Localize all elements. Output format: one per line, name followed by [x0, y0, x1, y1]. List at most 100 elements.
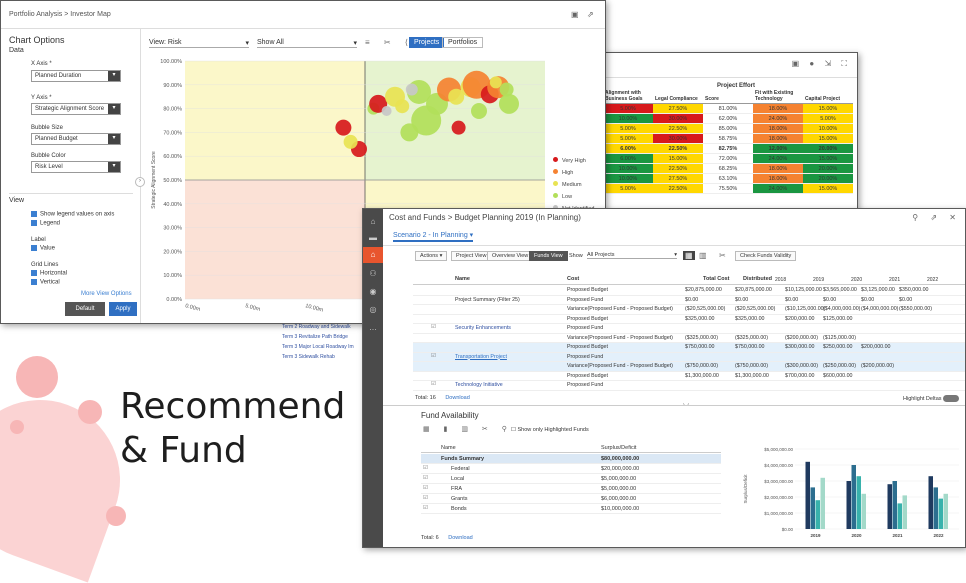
bar[interactable]	[897, 503, 903, 529]
fund-checkbox[interactable]: ☑	[423, 485, 428, 491]
people-icon[interactable]: ⚇	[368, 269, 378, 279]
bank-icon[interactable]: ⌂	[363, 247, 383, 263]
portfolios-tab[interactable]: Portfolios	[442, 37, 484, 48]
row-checkbox[interactable]: ☑	[431, 353, 436, 359]
tab-project-view[interactable]: Project View	[451, 251, 492, 261]
table-row[interactable]: Transportation Project Proposed Fund ☑	[413, 352, 965, 362]
bubble[interactable]	[451, 120, 466, 135]
view-option-checkbox[interactable]: Show legend values on axis	[31, 211, 114, 218]
show-select[interactable]: All Projects ▾	[587, 252, 677, 259]
more-options-link[interactable]: More View Options	[81, 291, 132, 297]
export-icon[interactable]: ▣	[571, 10, 579, 19]
value-checkbox[interactable]: Value	[31, 245, 55, 252]
legend-item[interactable]: Low	[553, 193, 594, 200]
bar[interactable]	[805, 461, 811, 529]
default-button[interactable]: Default	[65, 302, 105, 316]
bar[interactable]	[810, 487, 816, 529]
row-checkbox[interactable]: ☑	[431, 324, 436, 330]
share-icon[interactable]: ⇗	[587, 10, 594, 19]
project-name[interactable]: Project Summary (Filter 25)	[455, 297, 520, 303]
bar[interactable]	[820, 477, 826, 529]
bar[interactable]	[851, 465, 857, 529]
chevron-down-icon[interactable]: ▾	[108, 104, 120, 114]
legend-item[interactable]: Medium	[553, 181, 594, 188]
bar[interactable]	[815, 500, 821, 529]
apply-button[interactable]: Apply	[109, 302, 137, 316]
tools-icon[interactable]: ✂	[719, 251, 726, 260]
bar[interactable]	[928, 476, 934, 529]
legend-item[interactable]: High	[553, 169, 594, 176]
bar[interactable]	[856, 476, 862, 529]
table-row[interactable]: Technology Initiative Proposed Fund ☑	[413, 381, 965, 391]
bubble[interactable]	[499, 82, 514, 97]
collapse-handle-icon[interactable]: ›	[135, 177, 145, 187]
fund-row[interactable]: ☑ FRA $5,000,000.00	[421, 484, 721, 494]
table-row[interactable]: Variance(Proposed Fund - Proposed Budget…	[413, 305, 965, 315]
horizontal-grid-checkbox[interactable]: Horizontal	[31, 270, 67, 277]
fund-row[interactable]: ☑ Grants $6,000,000.00	[421, 494, 721, 504]
table-row[interactable]: Proposed Budget $1,300,000.00 $1,300,000.0…	[413, 372, 965, 381]
table-row[interactable]: Variance(Proposed Fund - Proposed Budget…	[413, 362, 965, 372]
fund-checkbox[interactable]: ☑	[423, 465, 428, 471]
window-icons[interactable]: ⚲ ⇗ ✕	[912, 213, 961, 222]
tab-funds-view[interactable]: Funds View	[529, 251, 568, 261]
fund-row[interactable]: ☑ Bonds $10,000,000.00	[421, 504, 721, 514]
bar[interactable]	[861, 493, 867, 529]
table-row[interactable]: Proposed Budget $325,000.00 $325,000.00 $20…	[413, 315, 965, 324]
project-name[interactable]: Security Enhancements	[455, 325, 511, 331]
fund-download-link[interactable]: Download	[448, 535, 472, 541]
breadcrumb[interactable]: Cost and Funds > Budget Planning 2019 (I…	[389, 213, 581, 222]
projects-tab[interactable]: Projects	[409, 37, 445, 48]
fund-row[interactable]: ☑ Federal $20,000,000.00	[421, 464, 721, 474]
chart-view-icon[interactable]: ▥	[699, 251, 707, 260]
row-checkbox[interactable]: ☑	[431, 381, 436, 387]
bar[interactable]	[887, 484, 893, 529]
fund-checkbox[interactable]: ☑	[423, 475, 428, 481]
scenario-tab[interactable]: Scenario 2 - In Planning ▾	[393, 231, 474, 242]
bar[interactable]	[846, 481, 852, 529]
fund-toolbar-icons[interactable]: ▦ ▮ ▥ ✂ ⚲	[423, 425, 513, 433]
fund-row[interactable]: Funds Summary $80,000,000.00	[421, 454, 721, 464]
side-list-item[interactable]: Term 3 Sidewalk Rehab	[282, 352, 362, 362]
bubble[interactable]	[335, 119, 352, 136]
fund-row[interactable]: ☑ Local $5,000,000.00	[421, 474, 721, 484]
project-name[interactable]: Transportation Project	[455, 354, 507, 360]
bubble[interactable]	[381, 105, 392, 116]
legend-item[interactable]: Very High	[553, 157, 594, 164]
bubble[interactable]	[499, 93, 519, 114]
bar[interactable]	[892, 481, 898, 529]
highlight-deltas-toggle[interactable]: Highlight Deltas	[903, 395, 960, 402]
download-link[interactable]: Download	[445, 395, 469, 401]
chevron-down-icon[interactable]: ▾	[108, 71, 120, 81]
bubble-color-select[interactable]: Risk Level ▾	[31, 161, 121, 173]
toggle-switch[interactable]	[943, 395, 960, 402]
bar[interactable]	[902, 495, 908, 529]
view-select[interactable]: View: Risk ▾	[149, 39, 249, 48]
bubble[interactable]	[489, 76, 502, 89]
table-row[interactable]: Variance(Proposed Fund - Proposed Budget…	[413, 334, 965, 343]
more-icon[interactable]: …	[368, 323, 378, 333]
fund-checkbox[interactable]: ☑	[423, 495, 428, 501]
vertical-grid-checkbox[interactable]: Vertical	[31, 279, 60, 286]
breadcrumb[interactable]: Portfolio Analysis > Investor Map	[9, 11, 111, 18]
check-funds-button[interactable]: Check Funds Validity	[735, 251, 797, 261]
bubble[interactable]	[471, 102, 487, 119]
bubble[interactable]	[405, 83, 418, 96]
bubble[interactable]	[343, 134, 358, 149]
tab-overview-view[interactable]: Overview View	[487, 251, 534, 261]
show-select[interactable]: Show All ▾	[257, 39, 357, 48]
actions-button[interactable]: Actions ▾	[415, 251, 448, 261]
table-row[interactable]: Proposed Budget $750,000.00 $750,000.00 $30…	[413, 343, 965, 353]
y-axis-select[interactable]: Strategic Alignment Score ▾	[31, 103, 121, 115]
legend-checkbox[interactable]: Legend	[31, 220, 60, 227]
project-name[interactable]: Technology Initiative	[455, 382, 503, 388]
bar[interactable]	[933, 487, 939, 529]
globe-icon[interactable]: ◉	[368, 287, 378, 297]
chevron-down-icon[interactable]: ▾	[108, 162, 120, 172]
fund-checkbox[interactable]: ☑	[423, 505, 428, 511]
bubble-size-select[interactable]: Planned Budget ▾	[31, 133, 121, 145]
side-list-item[interactable]: Term 3 Major Local Roadway Im	[282, 342, 362, 352]
table-row[interactable]: Proposed Budget $20,875,000.00 $20,875,000…	[413, 286, 965, 296]
settings-icon[interactable]: ◎	[368, 305, 378, 315]
side-list-item[interactable]: Term 3 Revitalize Path Bridge	[282, 332, 362, 342]
